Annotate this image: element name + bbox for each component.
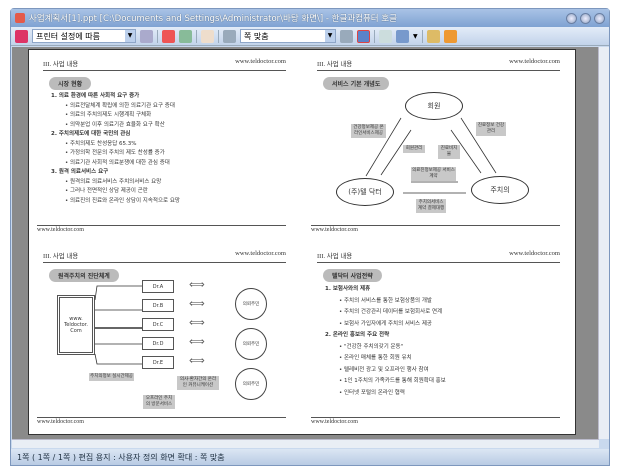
divider	[374, 29, 375, 43]
app-window: 사업계획서[1].ppt [C:\Documents and Settings\…	[10, 8, 610, 466]
printer-select[interactable]: 프린터 설정에 따름 ▼	[32, 29, 136, 43]
label-box: 오프라인 주치의 방문서비스	[143, 395, 175, 409]
slide-pill: 텔닥터 사업전략	[323, 269, 382, 282]
title-bar: 사업계획서[1].ppt [C:\Documents and Settings\…	[11, 9, 609, 27]
next-page-icon[interactable]	[179, 29, 192, 43]
doctor-box: Dr.C	[142, 318, 174, 331]
doctor-box: Dr.A	[142, 280, 174, 293]
label-box: 주치의서비스 계약 결제대행	[416, 199, 446, 213]
label-box: 의사-환자간의 온라인 커뮤니케이션	[177, 376, 219, 390]
slide-pill: 시장 현황	[49, 77, 92, 90]
list-item: • 의료의 주치의제도 시행계획 구체화	[65, 112, 152, 118]
list-item: 2. 주치의제도에 대한 국민의 관심	[51, 131, 131, 137]
status-bar: 1쪽 ( 1쪽 / 1쪽 ) 편집 용지 : 사용자 정의 화면 확대 : 쪽 …	[11, 449, 609, 465]
list-item: • 텔레비전 광고 및 오프라인 행사 참여	[339, 366, 429, 373]
chevron-down-icon[interactable]: ▼	[325, 30, 335, 42]
list-item: 1. 의료 환경에 따른 사회적 요구 증가	[51, 93, 140, 99]
printer-select-value: 프린터 설정에 따름	[36, 31, 100, 41]
patient-circle: 의뢰주민	[235, 328, 267, 360]
double-arrow-icon: ⟺	[189, 335, 205, 348]
double-arrow-icon: ⟺	[189, 316, 205, 329]
doctor-box: Dr.D	[142, 337, 174, 350]
page-setup-icon[interactable]	[140, 29, 153, 43]
list-item: • 1인 1주치의 가족카드를 통해 회원확대 홍보	[339, 378, 446, 384]
list-item: • 온라인 매체를 통한 회원 유치	[339, 355, 412, 361]
vertical-scrollbar[interactable]	[598, 47, 609, 439]
label-box: 주치의정보 실시간제공	[89, 373, 134, 381]
double-arrow-icon: ⟺	[189, 297, 205, 310]
list-item: • 가정의학 전문의 주치의 제도 찬성률 증가	[65, 150, 165, 156]
divider	[196, 29, 197, 43]
horizontal-scrollbar[interactable]	[12, 439, 599, 448]
slide-footer: www.teldoctor.com	[37, 225, 286, 233]
double-arrow-icon: ⟺	[189, 278, 205, 291]
status-text: 1쪽 ( 1쪽 / 1쪽 ) 편집 용지 : 사용자 정의 화면 확대 : 쪽 …	[17, 453, 225, 462]
preview-area: III. 사업 내용 www.teldoctor.com 시장 현황 1. 의료 …	[12, 47, 599, 439]
label-box: 건강정보제공 온라인서비스제공	[351, 124, 386, 138]
slide-concept: III. 사업 내용 www.teldoctor.com 서비스 기본 개념도 회…	[311, 58, 566, 233]
zoom-out-icon[interactable]	[223, 29, 236, 43]
edit-icon[interactable]	[426, 29, 440, 43]
minimize-button[interactable]	[566, 12, 577, 24]
label-box: 진료정보 건강관리	[476, 122, 506, 136]
list-item: • 의료진의 진료와 온라인 상담이 지속적으로 요망	[65, 197, 180, 204]
slide-list: 1. 보험사와의 제휴 • 주치의 서비스를 통한 보험상품의 개발 • 주치의 건…	[325, 284, 566, 399]
slide-header: III. 사업 내용	[43, 61, 79, 68]
slide-url: www.teldoctor.com	[235, 58, 286, 65]
slide-strategy: III. 사업 내용 www.teldoctor.com 텔닥터 사업전략 1. …	[311, 250, 566, 425]
slide-diagnosis: III. 사업 내용 www.teldoctor.com 원격주치의 진단체계 w…	[37, 250, 292, 425]
print-icon[interactable]	[15, 29, 28, 43]
slide-footer: www.teldoctor.com	[311, 225, 560, 233]
label-box: 의료진정보제공 서비스계약	[411, 167, 456, 181]
slide-market: III. 사업 내용 www.teldoctor.com 시장 현황 1. 의료 …	[37, 58, 292, 233]
doctor-box: Dr.B	[142, 299, 174, 312]
slide-header: III. 사업 내용	[317, 253, 353, 260]
doctor-box: Dr.E	[142, 356, 174, 369]
patient-circle: 의뢰주민	[235, 368, 267, 400]
list-item: • 주치의제도 찬성응답 65.3%	[65, 140, 137, 147]
prev-page-icon[interactable]	[162, 29, 175, 43]
slide-url: www.teldoctor.com	[509, 250, 560, 257]
list-item: • 그러나 전면적인 상담 제공이 곤란	[65, 188, 148, 194]
list-item: • 주치의 서비스를 통한 보험상품의 개발	[339, 297, 432, 304]
label-box: 회원관리	[403, 145, 425, 153]
list-item: • 인터넷 포털의 온라인 협력	[339, 389, 405, 396]
slide-footer: www.teldoctor.com	[37, 417, 286, 425]
multi-page-icon[interactable]	[396, 29, 409, 43]
exit-preview-icon[interactable]	[443, 29, 457, 43]
slide-list: 1. 의료 환경에 따른 사회적 요구 증가 • 의료전달체계 확립에 의한 의료…	[51, 92, 292, 206]
toolbar: 프린터 설정에 따름 ▼ 쪽 맞춤 ▼ ▼	[11, 27, 609, 46]
divider	[218, 29, 219, 43]
zoom-select[interactable]: 쪽 맞춤 ▼	[240, 29, 336, 43]
list-item: • 의료전달체계 확립에 의한 의료기관 요구 증대	[65, 102, 175, 109]
list-item: • 의료기관 사회적 의료분쟁에 대한 관심 증대	[65, 159, 170, 166]
label-box: 진료비지불	[438, 145, 460, 159]
app-icon	[15, 13, 25, 23]
window-title: 사업계획서[1].ppt [C:\Documents and Settings\…	[29, 14, 397, 24]
list-item: 1. 보험사와의 제휴	[325, 286, 371, 292]
divider	[421, 29, 423, 43]
slide-footer: www.teldoctor.com	[311, 417, 560, 425]
list-item: • 보험사 가입자에게 주치의 서비스 제공	[339, 320, 432, 327]
chevron-down-icon[interactable]: ▼	[125, 30, 135, 42]
page: III. 사업 내용 www.teldoctor.com 시장 현황 1. 의료 …	[28, 49, 576, 435]
hand-icon[interactable]	[201, 29, 214, 43]
list-item: • 주치의 건강관리 데이터를 보험회사로 연계	[339, 309, 443, 315]
list-item: • 원격의료 의료서비스 주치의서비스 요망	[65, 178, 162, 185]
maximize-button[interactable]	[580, 12, 591, 24]
list-item: 2. 온라인 홍보의 주요 전략	[325, 332, 390, 338]
zoom-in-icon[interactable]	[340, 29, 353, 43]
close-button[interactable]	[594, 12, 605, 24]
zoom-select-value: 쪽 맞춤	[244, 31, 269, 41]
list-item: • 의약분업 이후 의료기관 효율화 요구 확산	[65, 121, 165, 128]
list-item: 3. 원격 의료서비스 요구	[51, 169, 109, 175]
divider	[157, 29, 158, 43]
double-arrow-icon: ⟺	[189, 354, 205, 367]
two-page-icon[interactable]	[379, 29, 392, 43]
chevron-down-icon[interactable]: ▼	[413, 33, 418, 40]
list-item: • "건강한 주치의갖기 운동"	[339, 343, 404, 350]
patient-circle: 의뢰주민	[235, 288, 267, 320]
single-page-icon[interactable]	[357, 29, 370, 43]
